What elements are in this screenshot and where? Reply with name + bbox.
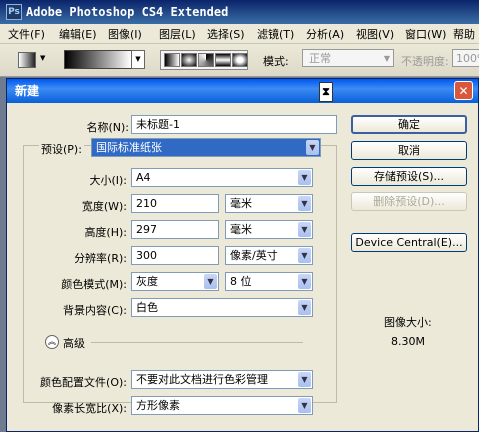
advanced-divider <box>91 342 303 343</box>
resolution-label: 分辨率(R): <box>74 252 127 265</box>
menu-window[interactable]: 窗口(W) <box>405 26 446 42</box>
save-preset-button[interactable]: 存储预设(S)... <box>351 167 467 186</box>
bit-depth-select[interactable]: 8 位 ▼ <box>225 272 313 291</box>
menu-bar: 文件(F) 编辑(E) 图像(I) 图层(L) 选择(S) 滤镜(T) 分析(A… <box>0 24 479 44</box>
menu-analysis[interactable]: 分析(A) <box>306 26 344 42</box>
delete-preset-button: 删除预设(D)... <box>351 192 467 211</box>
options-bar: ▼ ▼ 模式: 正常 ▼ 不透明度: 100% <box>0 44 479 77</box>
width-label: 宽度(W): <box>81 200 127 213</box>
chevron-down-icon: ▼ <box>298 222 311 237</box>
width-unit-select[interactable]: 毫米 ▼ <box>225 194 313 213</box>
name-label: 名称(N): <box>86 121 129 134</box>
resolution-unit-select[interactable]: 像素/英寸 ▼ <box>225 246 313 265</box>
size-value: A4 <box>136 171 151 184</box>
color-mode-select[interactable]: 灰度 ▼ <box>131 272 219 291</box>
chevron-down-icon: ▼ <box>298 248 311 263</box>
height-unit-select[interactable]: 毫米 ▼ <box>225 220 313 239</box>
gradient-type-group <box>160 50 248 70</box>
background-value: 白色 <box>136 301 158 314</box>
diamond-gradient-icon[interactable] <box>232 53 248 67</box>
opacity-input[interactable]: 100% <box>452 49 479 67</box>
background-label: 背景内容(C): <box>63 304 127 317</box>
pixel-aspect-label: 像素长宽比(X): <box>52 402 127 415</box>
reflected-gradient-icon[interactable] <box>215 53 231 67</box>
menu-filter[interactable]: 滤镜(T) <box>257 26 294 42</box>
chevron-down-icon: ▼ <box>298 300 311 315</box>
dialog-title: 新建 <box>15 84 40 98</box>
preset-select[interactable]: 国际标准纸张 ▼ <box>91 138 321 157</box>
preset-value: 国际标准纸张 <box>96 141 162 154</box>
size-label: 大小(I): <box>89 174 127 187</box>
gradient-picker[interactable] <box>64 50 132 69</box>
width-input[interactable]: 210 <box>131 194 219 213</box>
pixel-aspect-value: 方形像素 <box>136 399 180 412</box>
menu-image[interactable]: 图像(I) <box>108 26 142 42</box>
chevron-down-icon: ▼ <box>298 398 311 413</box>
chevron-down-icon: ▼ <box>306 140 319 155</box>
color-mode-value: 灰度 <box>136 275 158 288</box>
menu-file[interactable]: 文件(F) <box>8 26 45 42</box>
hourglass-cursor-icon: ⧗ <box>319 82 333 102</box>
size-select[interactable]: A4 ▼ <box>131 168 313 187</box>
close-button[interactable]: ✕ <box>454 81 473 100</box>
color-profile-select[interactable]: 不要对此文档进行色彩管理 ▼ <box>131 370 313 389</box>
device-central-button[interactable]: Device Central(E)... <box>351 233 467 252</box>
color-profile-value: 不要对此文档进行色彩管理 <box>136 373 268 386</box>
menu-help[interactable]: 帮助 <box>453 26 475 42</box>
mode-value: 正常 <box>309 52 331 65</box>
preset-label: 预设(P): <box>39 141 84 157</box>
ok-button[interactable]: 确定 <box>351 115 467 134</box>
resolution-input[interactable]: 300 <box>131 246 219 265</box>
dialog-titlebar[interactable]: 新建 ⧗ ✕ <box>7 79 478 103</box>
opacity-label: 不透明度: <box>401 55 449 68</box>
mode-label: 模式: <box>263 55 289 68</box>
chevron-down-icon: ▼ <box>298 196 311 211</box>
bit-depth-value: 8 位 <box>230 275 252 288</box>
color-mode-label: 颜色模式(M): <box>61 278 127 291</box>
radial-gradient-icon[interactable] <box>181 53 197 67</box>
resolution-unit-value: 像素/英寸 <box>230 249 278 262</box>
close-icon: ✕ <box>458 84 469 98</box>
menu-view[interactable]: 视图(V) <box>356 26 394 42</box>
collapse-advanced-icon[interactable]: ︽ <box>45 335 59 349</box>
cancel-button[interactable]: 取消 <box>351 141 467 160</box>
app-title: Adobe Photoshop CS4 Extended <box>26 5 229 19</box>
angle-gradient-icon[interactable] <box>198 53 214 67</box>
app-titlebar: Ps Adobe Photoshop CS4 Extended <box>0 0 479 24</box>
chevron-down-icon: ▼ <box>383 54 390 63</box>
color-profile-label: 颜色配置文件(O): <box>40 376 127 389</box>
menu-select[interactable]: 选择(S) <box>207 26 245 42</box>
mode-select[interactable]: 正常 ▼ <box>302 49 394 67</box>
photoshop-logo: Ps <box>6 4 22 20</box>
pixel-aspect-select[interactable]: 方形像素 ▼ <box>131 396 313 415</box>
linear-gradient-icon[interactable] <box>164 53 180 67</box>
gradient-dropdown-arrow[interactable]: ▼ <box>131 50 145 69</box>
background-select[interactable]: 白色 ▼ <box>131 298 313 317</box>
image-size-value: 8.30M <box>391 335 425 348</box>
chevron-down-icon: ▼ <box>298 170 311 185</box>
height-input[interactable]: 297 <box>131 220 219 239</box>
new-document-dialog: 新建 ⧗ ✕ 名称(N): 未标题-1 预设(P): 国际标准纸张 ▼ 大小(I… <box>6 78 479 432</box>
menu-layer[interactable]: 图层(L) <box>159 26 196 42</box>
height-label: 高度(H): <box>84 226 127 239</box>
menu-edit[interactable]: 编辑(E) <box>59 26 97 42</box>
tool-preset-picker[interactable] <box>18 52 36 68</box>
chevron-down-icon: ▼ <box>204 274 217 289</box>
chevron-down-icon: ▼ <box>298 274 311 289</box>
chevron-down-icon: ▼ <box>298 372 311 387</box>
height-unit-value: 毫米 <box>230 223 252 236</box>
width-unit-value: 毫米 <box>230 197 252 210</box>
advanced-label[interactable]: 高级 <box>63 335 85 351</box>
image-size-label: 图像大小: <box>384 316 432 329</box>
name-input[interactable]: 未标题-1 <box>131 115 337 134</box>
chevron-down-icon[interactable]: ▼ <box>40 54 45 62</box>
